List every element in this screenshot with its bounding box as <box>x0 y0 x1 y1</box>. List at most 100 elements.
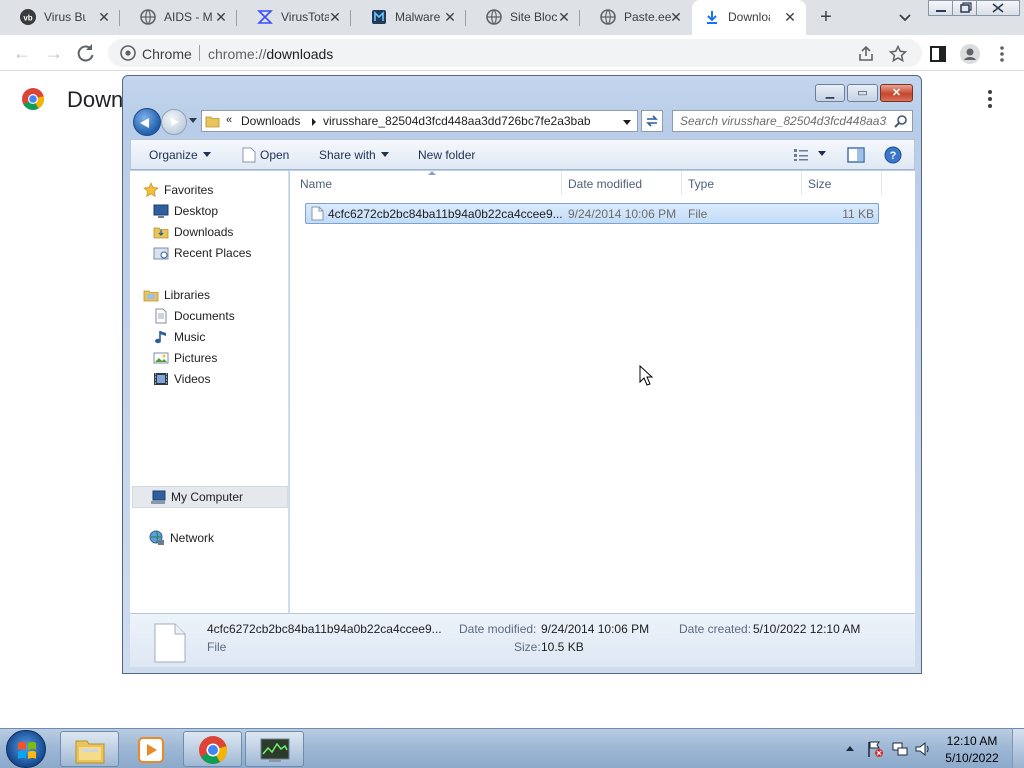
downloads-menu-icon[interactable] <box>986 90 994 110</box>
action-center-flag-icon[interactable] <box>866 740 884 758</box>
breadcrumb-separator-icon[interactable] <box>312 118 316 126</box>
omnibox-divider <box>199 45 200 61</box>
show-desktop-button[interactable] <box>1012 729 1024 768</box>
tab-virus-bulletin[interactable]: vb Virus Bulle ✕ <box>0 0 120 35</box>
help-icon[interactable]: ? <box>884 146 902 164</box>
url-host: downloads <box>266 46 334 62</box>
file-row[interactable]: 4cfc6272cb2bc84ba11b94a0b22ca4ccee9... 9… <box>305 203 879 224</box>
address-bar[interactable]: Chrome chrome://downloads <box>108 39 922 67</box>
explorer-forward-button[interactable] <box>161 109 187 135</box>
breadcrumb-downloads[interactable]: Downloads <box>241 114 300 128</box>
tab-label: Site Block <box>510 10 558 24</box>
close-window-button[interactable] <box>976 0 1020 16</box>
nav-my-computer[interactable]: My Computer <box>132 486 288 508</box>
nav-label: Libraries <box>164 288 211 302</box>
preview-pane-icon[interactable] <box>847 147 865 163</box>
navigation-pane: Favorites Desktop Downloads Recent Place… <box>130 171 289 613</box>
mouse-cursor-icon <box>639 365 653 386</box>
explorer-search-box[interactable] <box>672 110 913 132</box>
tab-label: Paste.ee <box>624 10 672 24</box>
favorites-star-icon <box>143 182 159 197</box>
taskbar-media-player-button[interactable] <box>121 731 180 767</box>
minimize-button[interactable] <box>928 0 954 16</box>
share-icon[interactable] <box>857 45 875 63</box>
column-header-date-modified[interactable]: Date modified <box>562 171 682 195</box>
virusbulletin-icon: vb <box>20 9 36 25</box>
explorer-close-button[interactable]: ✕ <box>880 84 913 102</box>
close-icon[interactable]: ✕ <box>782 9 798 25</box>
nav-label: Favorites <box>164 183 214 197</box>
show-hidden-icons-icon[interactable] <box>845 744 855 752</box>
globe-icon <box>486 9 502 25</box>
tab-site-block[interactable]: Site Block ✕ <box>466 0 580 35</box>
back-button[interactable]: ← <box>10 41 34 65</box>
view-details-icon[interactable] <box>793 148 809 162</box>
chrome-security-icon <box>120 45 136 61</box>
profile-avatar-icon[interactable] <box>960 44 980 64</box>
new-tab-button[interactable]: + <box>814 6 838 28</box>
recent-places-icon <box>153 247 169 260</box>
clock-date[interactable]: 5/10/2022 <box>942 751 1002 765</box>
new-folder-button[interactable]: New folder <box>418 148 475 162</box>
column-header-name[interactable]: Name <box>294 171 562 195</box>
address-dropdown-icon[interactable] <box>623 120 631 125</box>
change-view-dropdown[interactable] <box>813 147 826 161</box>
search-input[interactable] <box>673 111 887 131</box>
bookmark-star-icon[interactable] <box>889 45 907 63</box>
reload-button[interactable] <box>74 41 98 65</box>
restore-button[interactable] <box>952 0 978 16</box>
tab-label: Virus Bulle <box>44 10 86 24</box>
volume-icon[interactable] <box>914 740 932 758</box>
tab-downloads[interactable]: Downloa ✕ <box>692 0 806 35</box>
recent-locations-dropdown[interactable] <box>189 118 197 123</box>
file-list-pane: Name Date modified Type Size 4cfc6272cb2… <box>290 171 915 613</box>
explorer-maximize-button[interactable]: ▭ <box>847 84 878 102</box>
column-header-size[interactable]: Size <box>802 171 882 195</box>
column-header-type[interactable]: Type <box>682 171 802 195</box>
share-with-button[interactable]: Share with <box>319 148 389 162</box>
page-title: Down <box>67 87 124 112</box>
column-label: Size <box>808 177 832 191</box>
explorer-back-button[interactable] <box>133 108 161 136</box>
tab-virustotal[interactable]: VirusTotal ✕ <box>237 0 351 35</box>
tab-search-icon[interactable] <box>895 8 915 26</box>
search-icon[interactable] <box>894 114 908 128</box>
details-date-modified-label: Date modified: <box>459 622 537 636</box>
close-icon[interactable]: ✕ <box>556 9 572 25</box>
close-icon[interactable]: ✕ <box>668 9 684 25</box>
close-icon[interactable]: ✕ <box>442 9 458 25</box>
breadcrumb-overflow[interactable]: « <box>226 114 232 126</box>
close-icon[interactable]: ✕ <box>327 9 343 25</box>
nav-label: My Computer <box>171 490 244 504</box>
taskbar-network-monitor-button[interactable] <box>245 731 304 767</box>
chrome-menu-icon[interactable] <box>997 45 1007 63</box>
globe-icon <box>600 9 616 25</box>
explorer-minimize-button[interactable]: ▁ <box>815 84 845 102</box>
malware-site-icon <box>372 10 386 24</box>
side-panel-icon[interactable] <box>929 45 947 63</box>
breadcrumb-current-folder[interactable]: virusshare_82504d3fcd448aa3dd726bc7fe2a3… <box>323 114 591 128</box>
nav-label: Recent Places <box>174 246 252 260</box>
tab-malware[interactable]: Malware ✕ <box>351 0 466 35</box>
taskbar-explorer-button[interactable] <box>60 731 119 767</box>
tab-paste-ee[interactable]: Paste.ee ✕ <box>580 0 692 35</box>
taskbar-chrome-button[interactable] <box>183 731 242 767</box>
organize-button[interactable]: Organize <box>149 148 211 162</box>
desktop-icon <box>153 204 169 218</box>
details-file-name: 4cfc6272cb2bc84ba11b94a0b22ca4ccee9... <box>207 622 442 636</box>
open-button[interactable]: Open <box>260 148 289 162</box>
network-tray-icon[interactable] <box>891 740 909 758</box>
start-button[interactable] <box>6 730 46 768</box>
explorer-address-bar[interactable]: « Downloads virusshare_82504d3fcd448aa3d… <box>201 110 638 132</box>
refresh-button[interactable] <box>641 110 663 132</box>
network-monitor-icon <box>260 738 290 762</box>
tab-label: VirusTotal <box>281 10 329 24</box>
nav-label: Documents <box>174 309 235 323</box>
tab-aids[interactable]: AIDS - M ✕ <box>120 0 237 35</box>
clock-time[interactable]: 12:10 AM <box>942 734 1002 748</box>
forward-button[interactable]: → <box>42 41 66 65</box>
close-icon[interactable]: ✕ <box>213 9 229 25</box>
nav-label: Desktop <box>174 204 219 218</box>
close-icon[interactable]: ✕ <box>96 9 112 25</box>
explorer-window: ▁ ▭ ✕ « Downloads virusshare_82504d3fcd4… <box>122 75 922 674</box>
